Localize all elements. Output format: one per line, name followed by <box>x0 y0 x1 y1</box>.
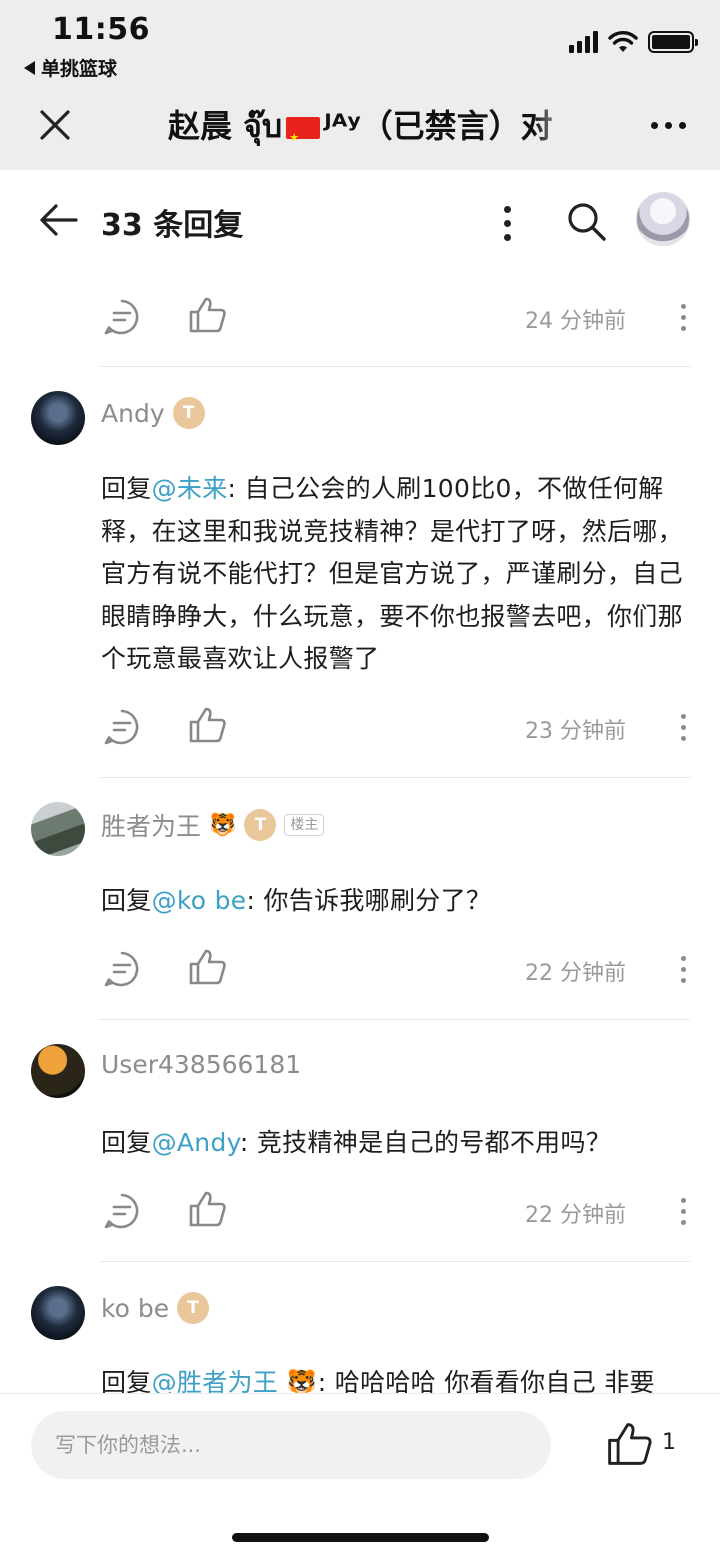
comment-time: 23 分钟前 <box>525 719 626 744</box>
more-options-icon[interactable] <box>504 206 511 241</box>
more-menu-icon[interactable] <box>651 122 686 129</box>
avatar[interactable] <box>31 802 85 856</box>
commenter-name[interactable]: 胜者为王 🐯 T 楼主 <box>101 807 325 843</box>
avatar[interactable] <box>31 1286 85 1340</box>
mention-link[interactable]: @未来 <box>152 474 228 503</box>
status-icons <box>569 30 698 54</box>
divider <box>100 1261 690 1262</box>
bottom-bar: 写下你的想法... 1 <box>0 1393 720 1559</box>
close-icon[interactable] <box>38 108 72 142</box>
reply-count-title: 33 条回复 <box>101 208 244 243</box>
comment-icon[interactable] <box>103 950 141 988</box>
comment-actions: 24 分钟前 <box>0 286 720 346</box>
china-flag-icon <box>286 116 321 148</box>
avatar[interactable] <box>31 391 85 445</box>
back-app-label: 单挑篮球 <box>41 58 118 80</box>
more-icon[interactable] <box>681 304 686 331</box>
level-badge: T <box>172 397 205 429</box>
comment-text: 回复@Andy: 竞技精神是自己的号都不用吗？ <box>101 1122 686 1165</box>
tiger-emoji: 🐯 <box>209 812 237 838</box>
system-header: 11:56 单挑篮球 赵晨 จุ๊บ ᴶᴬʸ（已禁言）对 <box>0 0 720 170</box>
wifi-icon <box>608 31 638 52</box>
status-time: 11:56 <box>52 12 150 47</box>
comment-icon[interactable] <box>103 1192 141 1230</box>
comment-actions: 23 分钟前 <box>0 696 720 756</box>
home-indicator[interactable] <box>232 1533 489 1542</box>
commenter-name[interactable]: User438566181 <box>101 1050 301 1079</box>
commenter-name[interactable]: Andy T <box>101 397 205 429</box>
comment-input[interactable]: 写下你的想法... <box>31 1411 551 1479</box>
host-badge: 楼主 <box>284 814 325 836</box>
comment-actions: 22 分钟前 <box>0 938 720 998</box>
like-count: 1 <box>662 1430 676 1455</box>
comment-time: 24 分钟前 <box>525 309 626 334</box>
back-arrow-icon[interactable] <box>38 202 80 238</box>
reply-prefix: 回复 <box>101 474 152 503</box>
reply-prefix: 回复 <box>101 1128 152 1157</box>
user-avatar[interactable] <box>636 192 690 246</box>
more-icon[interactable] <box>681 956 686 983</box>
comment-text: 回复@未来: 自己公会的人刷100比0，不做任何解释，在这里和我说竞技精神？是代… <box>101 468 686 681</box>
reply-prefix: 回复 <box>101 886 152 915</box>
level-badge: T <box>177 1292 210 1324</box>
like-icon[interactable] <box>188 296 226 334</box>
reply-header: 33 条回复 <box>0 170 720 270</box>
commenter-name-text: User438566181 <box>101 1050 302 1079</box>
like-icon[interactable] <box>188 948 226 986</box>
divider <box>100 366 690 367</box>
level-badge: T <box>244 809 277 841</box>
comment-time: 22 分钟前 <box>525 961 626 986</box>
comment-body: : 你告诉我哪刷分了？ <box>246 886 492 915</box>
commenter-name-text: ko be <box>101 1293 170 1323</box>
back-to-app-button[interactable]: 单挑篮球 <box>24 54 117 81</box>
page-title: 赵晨 จุ๊บ ᴶᴬʸ（已禁言）对 <box>168 104 574 148</box>
comment-icon[interactable] <box>103 708 141 746</box>
search-icon[interactable] <box>565 200 607 242</box>
avatar[interactable] <box>31 1044 85 1098</box>
comment-icon[interactable] <box>103 298 141 336</box>
signal-icon <box>569 31 598 53</box>
mention-link[interactable]: @ko be <box>152 886 247 915</box>
divider <box>100 777 690 778</box>
title-part2: ᴶᴬʸ（已禁言）对 <box>324 107 553 145</box>
mention-link[interactable]: @Andy <box>152 1128 240 1157</box>
comment-text: 回复@ko be: 你告诉我哪刷分了？ <box>101 880 686 923</box>
comment-body: : 自己公会的人刷100比0，不做任何解释，在这里和我说竞技精神？是代打了呀，然… <box>101 474 683 673</box>
comment-time: 22 分钟前 <box>525 1203 626 1228</box>
comment-actions: 22 分钟前 <box>0 1180 720 1240</box>
battery-icon <box>648 31 698 53</box>
commenter-name-text: 胜者为王 <box>101 812 202 841</box>
comment-body: : 竞技精神是自己的号都不用吗？ <box>239 1128 612 1157</box>
commenter-name-text: Andy <box>101 398 165 428</box>
divider <box>100 1019 690 1020</box>
commenter-name[interactable]: ko be T <box>101 1292 210 1324</box>
title-part1: 赵晨 จุ๊บ <box>168 107 283 145</box>
like-icon[interactable] <box>188 706 226 744</box>
like-icon[interactable] <box>188 1190 226 1228</box>
more-icon[interactable] <box>681 1198 686 1225</box>
back-triangle-icon <box>24 60 35 75</box>
like-icon[interactable] <box>606 1421 652 1467</box>
more-icon[interactable] <box>681 714 686 741</box>
